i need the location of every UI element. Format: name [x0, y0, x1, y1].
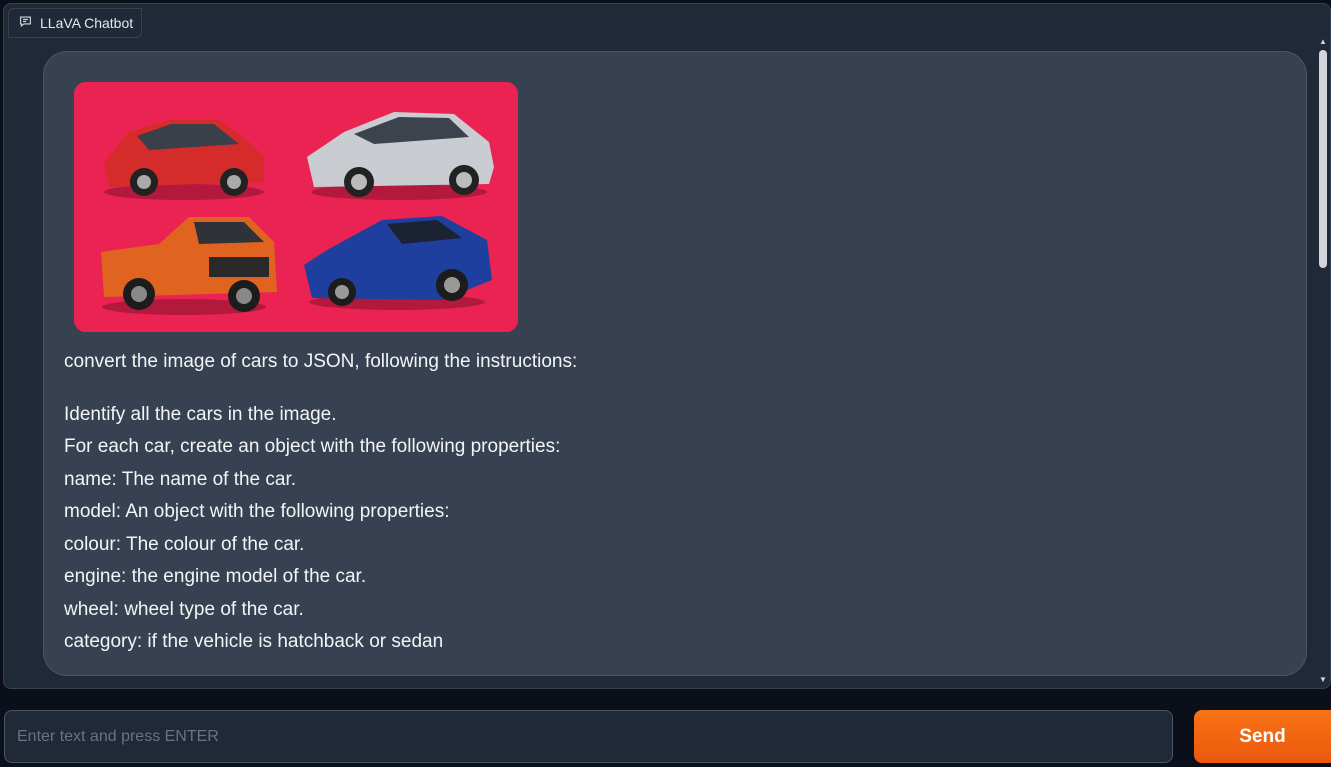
chat-scrollbar[interactable]: ▲ ▼: [1316, 35, 1330, 688]
chatbot-label-text: LLaVA Chatbot: [40, 15, 134, 31]
message-line: category: if the vehicle is hatchback or…: [64, 631, 444, 652]
message-line: colour: The colour of the car.: [64, 533, 305, 555]
chatbot-label: LLaVA Chatbot: [8, 8, 142, 38]
message-input[interactable]: [4, 710, 1173, 763]
message-line: model: An object with the following prop…: [64, 501, 450, 522]
message-line: engine: the engine model of the car.: [64, 566, 367, 587]
message-line: For each car, create an object with the …: [64, 436, 561, 457]
message-line: name: The name of the car.: [64, 468, 297, 490]
user-message-text: convert the image of cars to JSON, follo…: [64, 346, 1264, 659]
chatbot-panel: LLaVA Chatbot convert the image of cars …: [3, 3, 1331, 689]
send-button[interactable]: Send: [1194, 710, 1331, 763]
scroll-down-icon[interactable]: ▼: [1319, 675, 1327, 685]
scroll-up-icon[interactable]: ▲: [1319, 37, 1327, 47]
message-line: Identify all the cars in the image.: [64, 403, 337, 425]
cars-image: [74, 82, 518, 332]
message-line: convert the image of cars to JSON, follo…: [64, 351, 578, 372]
message-line: wheel: wheel type of the car.: [64, 598, 304, 620]
cars-illustration: [74, 82, 518, 332]
user-message-bubble: convert the image of cars to JSON, follo…: [43, 51, 1307, 676]
chat-icon: [19, 15, 32, 31]
scrollbar-thumb[interactable]: [1319, 50, 1327, 268]
